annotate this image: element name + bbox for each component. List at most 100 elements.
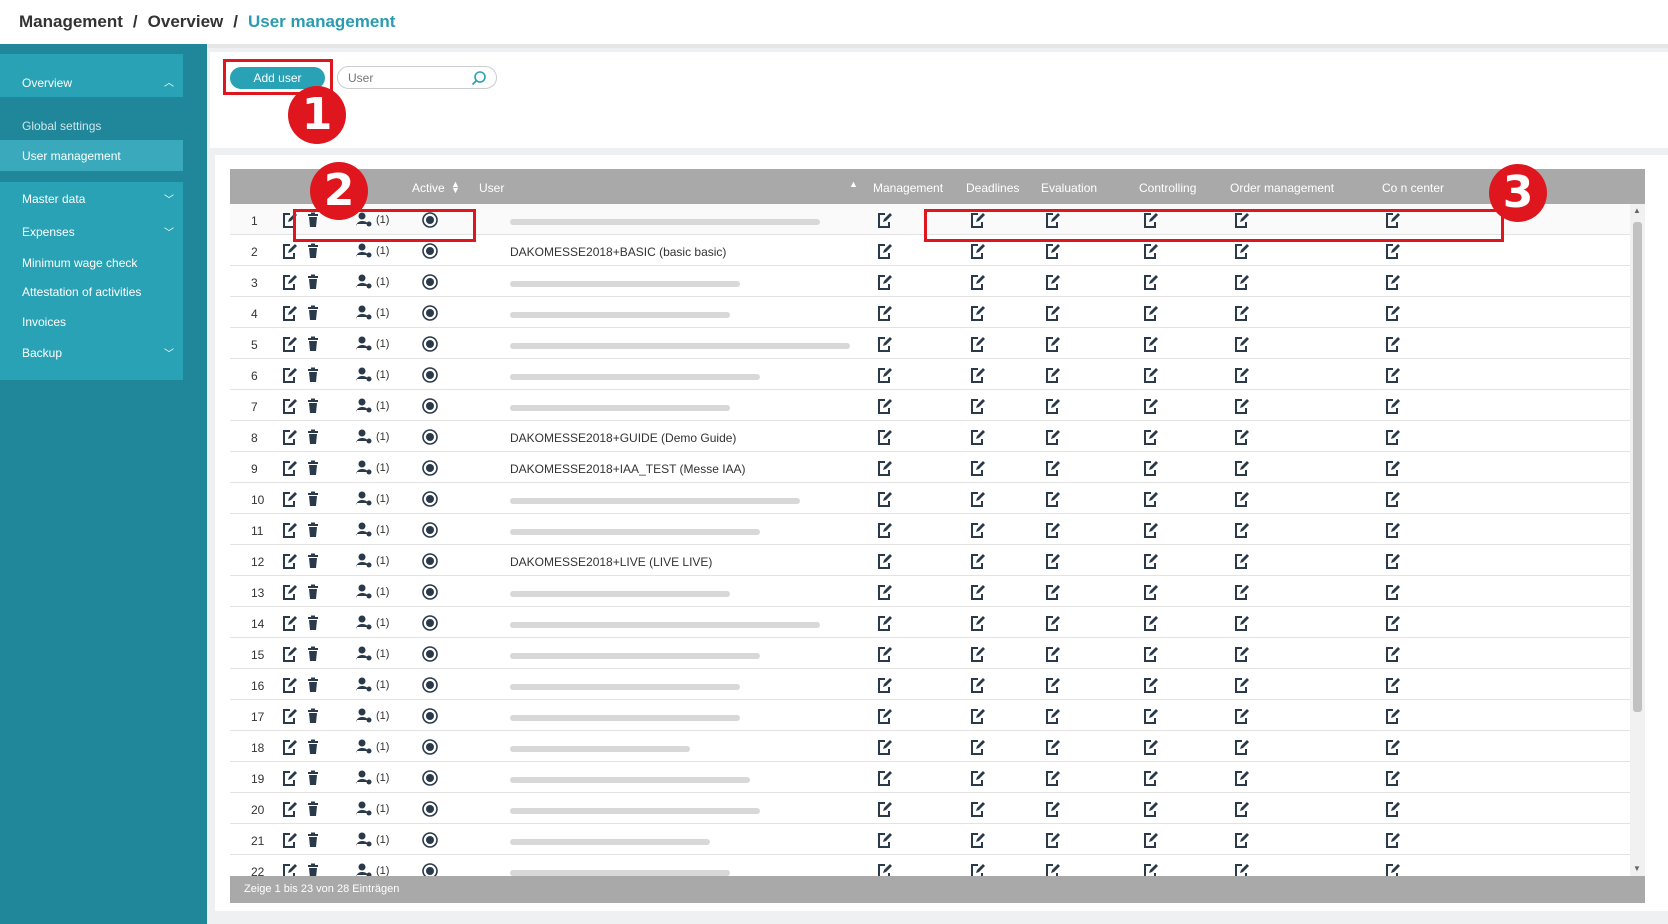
breadcrumb-management[interactable]: Management <box>19 12 123 31</box>
evaluation-edit-icon[interactable] <box>1043 645 1061 663</box>
order-management-edit-icon[interactable] <box>1232 366 1250 384</box>
column-header-user[interactable]: User <box>479 181 504 195</box>
controlling-edit-icon[interactable] <box>1141 614 1159 632</box>
active-radio-icon[interactable] <box>421 614 439 632</box>
trash-icon[interactable] <box>304 242 322 260</box>
evaluation-edit-icon[interactable] <box>1043 366 1061 384</box>
order-management-edit-icon[interactable] <box>1232 738 1250 756</box>
cost-center-edit-icon[interactable] <box>1383 614 1401 632</box>
user-role-icon[interactable] <box>355 862 373 876</box>
user-role-icon[interactable] <box>355 273 373 291</box>
search-input[interactable] <box>348 70 468 86</box>
evaluation-edit-icon[interactable] <box>1043 273 1061 291</box>
management-edit-icon[interactable] <box>875 273 893 291</box>
order-management-edit-icon[interactable] <box>1232 862 1250 876</box>
management-edit-icon[interactable] <box>875 459 893 477</box>
order-management-edit-icon[interactable] <box>1232 552 1250 570</box>
management-edit-icon[interactable] <box>875 552 893 570</box>
column-header-controlling[interactable]: Controlling <box>1139 181 1196 195</box>
evaluation-edit-icon[interactable] <box>1043 583 1061 601</box>
evaluation-edit-icon[interactable] <box>1043 738 1061 756</box>
controlling-edit-icon[interactable] <box>1141 831 1159 849</box>
active-radio-icon[interactable] <box>421 366 439 384</box>
management-edit-icon[interactable] <box>875 428 893 446</box>
evaluation-edit-icon[interactable] <box>1043 800 1061 818</box>
evaluation-edit-icon[interactable] <box>1043 831 1061 849</box>
scroll-up-icon[interactable]: ▲ <box>1633 206 1641 215</box>
edit-icon[interactable] <box>280 459 298 477</box>
sidebar-item-invoices[interactable]: Invoices <box>0 306 183 337</box>
edit-icon[interactable] <box>280 583 298 601</box>
user-role-icon[interactable] <box>355 242 373 260</box>
controlling-edit-icon[interactable] <box>1141 769 1159 787</box>
cost-center-edit-icon[interactable] <box>1383 397 1401 415</box>
cost-center-edit-icon[interactable] <box>1383 335 1401 353</box>
edit-icon[interactable] <box>280 242 298 260</box>
scroll-down-icon[interactable]: ▼ <box>1633 864 1641 873</box>
evaluation-edit-icon[interactable] <box>1043 614 1061 632</box>
edit-icon[interactable] <box>280 645 298 663</box>
edit-icon[interactable] <box>280 738 298 756</box>
evaluation-edit-icon[interactable] <box>1043 521 1061 539</box>
user-role-icon[interactable] <box>355 552 373 570</box>
active-radio-icon[interactable] <box>421 645 439 663</box>
management-edit-icon[interactable] <box>875 397 893 415</box>
trash-icon[interactable] <box>304 552 322 570</box>
management-edit-icon[interactable] <box>875 862 893 876</box>
deadlines-edit-icon[interactable] <box>968 552 986 570</box>
trash-icon[interactable] <box>304 490 322 508</box>
column-header-evaluation[interactable]: Evaluation <box>1041 181 1097 195</box>
sidebar-item-minimum-wage-check[interactable]: Minimum wage check <box>0 247 183 278</box>
user-role-icon[interactable] <box>355 614 373 632</box>
evaluation-edit-icon[interactable] <box>1043 552 1061 570</box>
edit-icon[interactable] <box>280 862 298 876</box>
trash-icon[interactable] <box>304 862 322 876</box>
management-edit-icon[interactable] <box>875 242 893 260</box>
cost-center-edit-icon[interactable] <box>1383 304 1401 322</box>
edit-icon[interactable] <box>280 707 298 725</box>
active-radio-icon[interactable] <box>421 552 439 570</box>
trash-icon[interactable] <box>304 459 322 477</box>
controlling-edit-icon[interactable] <box>1141 490 1159 508</box>
management-edit-icon[interactable] <box>875 211 893 229</box>
controlling-edit-icon[interactable] <box>1141 459 1159 477</box>
trash-icon[interactable] <box>304 273 322 291</box>
column-header-cost-center[interactable]: Co n center <box>1382 181 1444 195</box>
management-edit-icon[interactable] <box>875 831 893 849</box>
deadlines-edit-icon[interactable] <box>968 490 986 508</box>
active-radio-icon[interactable] <box>421 800 439 818</box>
trash-icon[interactable] <box>304 397 322 415</box>
evaluation-edit-icon[interactable] <box>1043 428 1061 446</box>
deadlines-edit-icon[interactable] <box>968 428 986 446</box>
user-role-icon[interactable] <box>355 397 373 415</box>
management-edit-icon[interactable] <box>875 645 893 663</box>
active-radio-icon[interactable] <box>421 831 439 849</box>
controlling-edit-icon[interactable] <box>1141 738 1159 756</box>
order-management-edit-icon[interactable] <box>1232 769 1250 787</box>
edit-icon[interactable] <box>280 614 298 632</box>
sidebar-item-global-settings[interactable]: Global settings <box>0 110 183 141</box>
evaluation-edit-icon[interactable] <box>1043 707 1061 725</box>
user-role-icon[interactable] <box>355 645 373 663</box>
trash-icon[interactable] <box>304 583 322 601</box>
evaluation-edit-icon[interactable] <box>1043 676 1061 694</box>
user-role-icon[interactable] <box>355 738 373 756</box>
evaluation-edit-icon[interactable] <box>1043 490 1061 508</box>
active-radio-icon[interactable] <box>421 862 439 876</box>
cost-center-edit-icon[interactable] <box>1383 459 1401 477</box>
user-role-icon[interactable] <box>355 831 373 849</box>
controlling-edit-icon[interactable] <box>1141 397 1159 415</box>
deadlines-edit-icon[interactable] <box>968 521 986 539</box>
edit-icon[interactable] <box>280 831 298 849</box>
management-edit-icon[interactable] <box>875 490 893 508</box>
order-management-edit-icon[interactable] <box>1232 800 1250 818</box>
controlling-edit-icon[interactable] <box>1141 242 1159 260</box>
management-edit-icon[interactable] <box>875 676 893 694</box>
cost-center-edit-icon[interactable] <box>1383 366 1401 384</box>
sidebar-item-attestation[interactable]: Attestation of activities <box>0 276 183 307</box>
trash-icon[interactable] <box>304 335 322 353</box>
trash-icon[interactable] <box>304 428 322 446</box>
cost-center-edit-icon[interactable] <box>1383 645 1401 663</box>
trash-icon[interactable] <box>304 645 322 663</box>
trash-icon[interactable] <box>304 769 322 787</box>
